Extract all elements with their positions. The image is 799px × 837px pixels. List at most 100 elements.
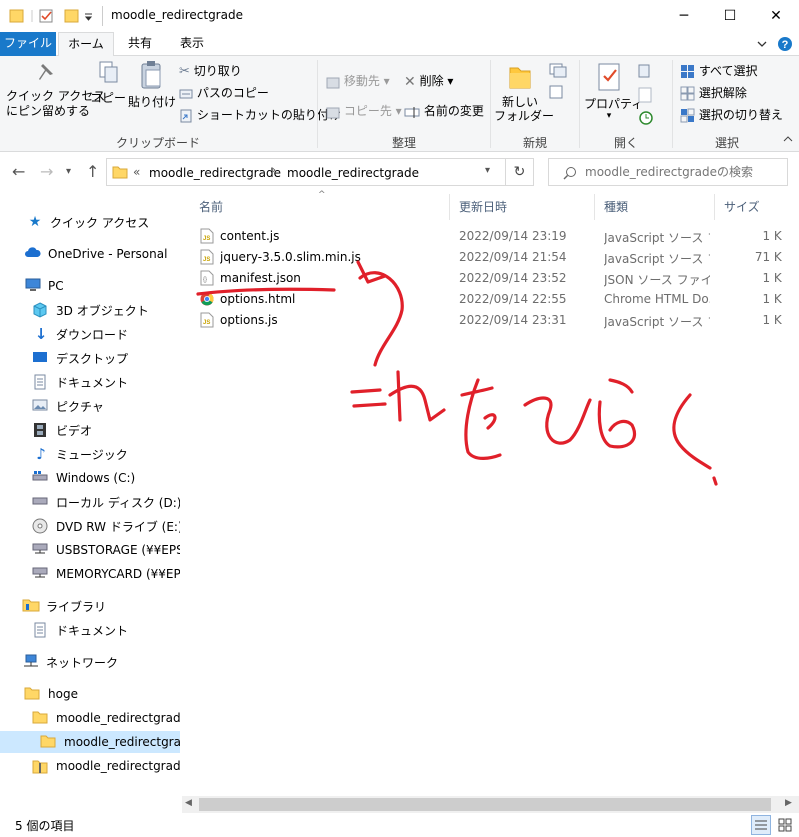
navigation-pane: ★ クイック アクセス OneDrive - Personal PC 3D オブジ… — [0, 194, 180, 814]
nav-library-documents[interactable]: ドキュメント — [0, 619, 180, 641]
nav-pc[interactable]: PC — [0, 275, 180, 297]
rename-button[interactable]: 名前の変更 — [404, 102, 484, 119]
recent-locations-icon[interactable]: ▾ — [66, 166, 71, 177]
nav-3d-objects[interactable]: 3D オブジェクト — [0, 299, 180, 321]
properties-button[interactable]: プロパティ ▾ — [584, 62, 643, 121]
maximize-button[interactable]: ☐ — [707, 0, 753, 32]
nav-documents[interactable]: ドキュメント — [0, 371, 180, 393]
desktop-icon — [33, 352, 47, 362]
file-row[interactable]: {} manifest.json 2022/09/14 23:52 JSON ソース … — [182, 268, 792, 289]
delete-icon: ✕ — [404, 73, 416, 90]
scrollbar-thumb[interactable] — [199, 798, 771, 811]
svg-text:JS: JS — [203, 257, 210, 263]
close-button[interactable]: ✕ — [753, 0, 799, 32]
nav-videos[interactable]: ビデオ — [0, 419, 180, 441]
back-arrow-icon[interactable]: ← — [12, 162, 25, 181]
chrome-icon — [200, 291, 214, 307]
pin-quick-access-button[interactable]: クイック アクセス にピン留めする — [6, 60, 106, 130]
json-file-icon: {} — [200, 270, 214, 286]
large-icons-view-button[interactable] — [775, 815, 795, 835]
refresh-button[interactable]: ↻ — [506, 158, 534, 186]
nav-hoge[interactable]: hoge — [0, 683, 180, 705]
tab-file[interactable]: ファイル — [0, 32, 56, 56]
column-header-name[interactable]: 名前 — [182, 194, 450, 220]
pin-icon — [39, 64, 53, 80]
nav-onedrive[interactable]: OneDrive - Personal — [0, 243, 180, 265]
copy-to-icon — [326, 107, 340, 118]
new-folder-button[interactable]: 新しい フォルダー — [494, 62, 554, 123]
help-icon[interactable]: ? — [777, 36, 793, 52]
nav-usbstorage[interactable]: USBSTORAGE (¥¥EPSON — [0, 539, 180, 561]
file-modified: 2022/09/14 23:19 — [459, 229, 567, 243]
breadcrumb-item[interactable]: moodle_redirectgrade — [149, 166, 281, 180]
nav-drive-e[interactable]: DVD RW ドライブ (E:) Auc — [0, 515, 180, 537]
scroll-left-icon[interactable]: ◀ — [185, 798, 192, 808]
nav-memorycard[interactable]: MEMORYCARD (¥¥EPSO — [0, 563, 180, 585]
search-input[interactable] — [585, 163, 781, 181]
tab-share[interactable]: 共有 — [118, 32, 162, 56]
copy-path-button[interactable]: パスのコピー — [179, 84, 269, 101]
document-icon — [34, 374, 46, 390]
nav-libraries[interactable]: ライブラリ — [0, 595, 180, 617]
svg-text:{}: {} — [203, 277, 207, 283]
horizontal-scrollbar[interactable]: ◀ ▶ — [182, 796, 799, 813]
file-row[interactable]: JS options.js 2022/09/14 23:31 JavaScript ソ… — [182, 310, 792, 331]
file-row[interactable]: JS content.js 2022/09/14 23:19 JavaScript ソ… — [182, 226, 792, 247]
tab-view[interactable]: 表示 — [170, 32, 214, 56]
address-dropdown-icon[interactable]: ▾ — [485, 165, 490, 176]
ribbon-expand-icon[interactable] — [756, 38, 768, 50]
vertical-scrollbar[interactable] — [782, 194, 799, 796]
nav-desktop[interactable]: デスクトップ — [0, 347, 180, 369]
nav-music[interactable]: ♪ ミュージック — [0, 443, 180, 465]
breadcrumb-chevron-icon[interactable]: › — [272, 165, 276, 176]
pin-label-1: クイック アクセス — [6, 89, 106, 103]
breadcrumb-overflow[interactable]: « — [133, 165, 140, 179]
nav-quick-access[interactable]: ★ クイック アクセス — [0, 211, 180, 233]
delete-button[interactable]: ✕ 削除 ▾ — [404, 72, 453, 90]
minimize-button[interactable]: ─ — [661, 0, 707, 32]
select-none-button[interactable]: 選択解除 — [680, 84, 747, 101]
breadcrumb-item[interactable]: moodle_redirectgrade — [287, 166, 419, 180]
delete-label: 削除 — [419, 74, 444, 88]
select-all-button[interactable]: すべて選択 — [680, 62, 758, 79]
nav-folder-selected[interactable]: moodle_redirectgrade — [0, 731, 180, 753]
invert-selection-button[interactable]: 選択の切り替え — [680, 106, 783, 123]
nav-downloads[interactable]: ↓ ダウンロード — [0, 323, 180, 345]
file-row[interactable]: JS jquery-3.5.0.slim.min.js 2022/09/14 21:… — [182, 247, 792, 268]
forward-arrow-icon[interactable]: → — [40, 162, 53, 181]
copy-button[interactable]: コピー — [90, 60, 126, 120]
nav-drive-c[interactable]: Windows (C:) — [0, 467, 180, 489]
large-icons-view-icon — [778, 818, 792, 832]
collapse-ribbon-icon[interactable] — [781, 132, 795, 146]
new-folder-label-1: 新しい — [501, 95, 538, 109]
nav-network[interactable]: ネットワーク — [0, 651, 180, 673]
item-count: 5 個の項目 — [15, 819, 75, 833]
folder-icon — [40, 735, 56, 748]
move-to-button[interactable]: 移動先 ▾ — [326, 72, 390, 89]
nav-pictures[interactable]: ピクチャ — [0, 395, 180, 417]
file-row[interactable]: options.html 2022/09/14 22:55 Chrome HTML … — [182, 289, 792, 310]
file-modified: 2022/09/14 23:31 — [459, 313, 567, 327]
nav-drive-d[interactable]: ローカル ディスク (D:) — [0, 491, 180, 513]
new-item-icon[interactable] — [548, 62, 570, 102]
scroll-right-icon[interactable]: ▶ — [785, 798, 792, 808]
file-type: JavaScript ソース フ... — [604, 315, 710, 329]
cut-button[interactable]: ✂ 切り取り — [179, 62, 242, 79]
paste-button[interactable]: 貼り付け — [128, 60, 176, 120]
up-arrow-icon[interactable]: ↑ — [86, 162, 99, 181]
tab-home[interactable]: ホーム — [58, 32, 114, 56]
nav-folder[interactable]: moodle_redirectgrade — [0, 707, 180, 729]
search-box[interactable] — [548, 158, 788, 186]
column-header-modified[interactable]: 更新日時 — [450, 194, 595, 220]
details-view-button[interactable] — [751, 815, 771, 835]
copy-to-button[interactable]: コピー先 ▾ — [326, 102, 402, 119]
ribbon: クイック アクセス にピン留めする コピー 貼り付け ✂ 切り取り パスのコピー… — [0, 56, 799, 152]
file-size: 1 KB — [762, 271, 790, 285]
open-icons[interactable] — [636, 62, 660, 126]
column-header-type[interactable]: 種類 — [595, 194, 715, 220]
nav-zip[interactable]: moodle_redirectgrade.z — [0, 755, 180, 777]
download-arrow-icon: ↓ — [34, 325, 48, 343]
nav-label: MEMORYCARD (¥¥EPSO — [56, 567, 180, 581]
address-bar[interactable]: « moodle_redirectgrade › moodle_redirect… — [106, 158, 506, 186]
network-drive-icon — [32, 543, 48, 554]
